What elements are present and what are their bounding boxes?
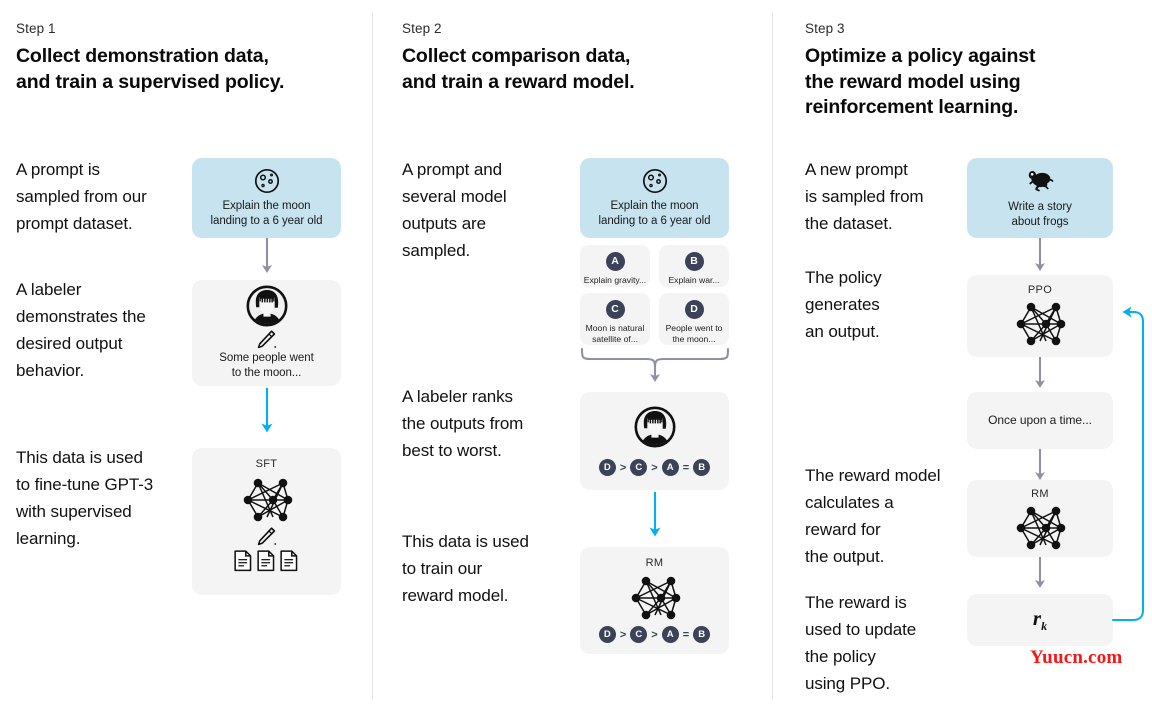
labeler-avatar-icon xyxy=(246,285,288,327)
neural-network-icon xyxy=(242,477,293,523)
step-3-paragraph-2: The policy generates an output. xyxy=(805,268,882,341)
pencil-icon xyxy=(257,527,277,546)
rank-op-3: = xyxy=(682,628,690,641)
step-2-column: Step 2 Collect comparison data, and trai… xyxy=(373,0,772,713)
option-text-a: Explain gravity... xyxy=(583,275,647,285)
pencil-icon xyxy=(257,330,277,349)
rank-op-2: > xyxy=(651,628,658,641)
step-3-output-text: Once upon a time... xyxy=(988,413,1092,427)
option-letter-c: C xyxy=(605,300,625,319)
step-3-prompt-text: Write a story about frogs xyxy=(1008,201,1072,228)
rank-op-3: = xyxy=(682,461,690,474)
step-3-prompt-box[interactable]: Write a story about frogs xyxy=(967,158,1113,238)
step-1-prompt-box[interactable]: Explain the moon landing to a 6 year old xyxy=(192,158,341,238)
step-2-ranking-box[interactable]: D > C > A = B xyxy=(580,392,729,490)
rank-pill-4: B xyxy=(693,459,711,476)
frog-icon xyxy=(1028,170,1054,192)
step-1-title: Collect demonstration data, and train a … xyxy=(16,45,285,93)
step-2-output-card-b[interactable]: B Explain war... xyxy=(659,245,729,287)
rank-pill-2: C xyxy=(630,459,648,476)
arrow-ranking-to-rm xyxy=(649,492,661,537)
step-1-label: Step 1 xyxy=(16,21,56,36)
step-2-rm-box[interactable]: RM D > C > A = B xyxy=(580,547,729,654)
step-2-title: Collect comparison data, and train a rew… xyxy=(402,45,635,93)
step-2-prompt-text: Explain the moon landing to a 6 year old xyxy=(598,199,711,227)
watermark: Yuucn.com xyxy=(1030,647,1123,668)
option-text-d: People went to the moon... xyxy=(665,323,723,344)
step-1-demonstration-box[interactable]: Some people went to the moon... xyxy=(192,280,341,386)
rank-pill-1: D xyxy=(598,459,616,476)
ppo-feedback-loop-arrow xyxy=(1111,306,1145,622)
diagram-canvas: Step 1 Collect demonstration data, and t… xyxy=(0,0,1152,713)
step-2-rm-ranking-row: D > C > A = B xyxy=(598,626,711,643)
arrow-prompt-to-demonstration xyxy=(262,238,272,273)
option-letter-d: D xyxy=(684,300,704,319)
labeler-avatar-icon xyxy=(634,406,676,448)
step-2-output-card-a[interactable]: A Explain gravity... xyxy=(580,245,650,287)
option-text-c: Moon is natural satellite of... xyxy=(585,323,645,344)
option-text-b: Explain war... xyxy=(668,275,720,285)
step-2-label: Step 2 xyxy=(402,21,442,36)
documents-icon xyxy=(233,550,297,572)
rank-pill-1: D xyxy=(598,626,616,643)
step-3-title: Optimize a policy against the reward mod… xyxy=(805,45,1036,118)
step-2-ranking-row: D > C > A = B xyxy=(598,459,711,476)
rank-op-1: > xyxy=(619,461,627,474)
step-1-demonstration-text: Some people went to the moon... xyxy=(219,352,314,379)
moon-icon xyxy=(642,168,667,193)
step-3-paragraph-4: The reward is used to update the policy … xyxy=(805,593,917,693)
arrow-demonstration-to-sft xyxy=(261,388,273,433)
step-3-column: Step 3 Optimize a policy against the rew… xyxy=(773,0,1152,713)
step-1-paragraph-3: This data is used to fine-tune GPT-3 wit… xyxy=(16,448,154,548)
reward-symbol-value: r xyxy=(1032,605,1042,630)
step-1-sft-caption: SFT xyxy=(255,458,278,470)
step-2-prompt-box[interactable]: Explain the moon landing to a 6 year old xyxy=(580,158,729,238)
step-3-ppo-box[interactable]: PPO xyxy=(967,275,1113,357)
reward-symbol-subscript: k xyxy=(1041,619,1048,634)
reward-symbol: rk xyxy=(1033,606,1047,634)
merge-bracket-arrow xyxy=(580,347,730,382)
option-letter-b: B xyxy=(684,252,704,271)
step-2-paragraph-3: This data is used to train our reward mo… xyxy=(402,532,529,605)
rank-op-1: > xyxy=(619,628,627,641)
step-3-paragraph-1: A new prompt is sampled from the dataset… xyxy=(805,160,924,233)
arrow-rm-to-reward xyxy=(1035,557,1045,588)
rank-pill-3: A xyxy=(661,626,679,643)
arrow-ppo-to-output xyxy=(1035,357,1045,388)
step-3-output-box[interactable]: Once upon a time... xyxy=(967,392,1113,449)
arrow-prompt-to-ppo xyxy=(1035,238,1045,271)
step-1-prompt-text: Explain the moon landing to a 6 year old xyxy=(210,199,323,227)
step-2-rm-caption: RM xyxy=(645,557,664,569)
step-1-paragraph-1: A prompt is sampled from our prompt data… xyxy=(16,160,147,233)
neural-network-icon xyxy=(1015,301,1067,347)
step-1-paragraph-2: A labeler demonstrates the desired outpu… xyxy=(16,280,146,380)
rank-pill-4: B xyxy=(693,626,711,643)
moon-icon xyxy=(254,168,279,193)
step-2-output-card-c[interactable]: C Moon is natural satellite of... xyxy=(580,293,650,345)
step-3-rm-caption: RM xyxy=(1031,488,1049,500)
neural-network-icon xyxy=(630,575,681,621)
option-letter-a: A xyxy=(605,252,625,271)
step-3-ppo-caption: PPO xyxy=(1027,284,1053,296)
step-3-label: Step 3 xyxy=(805,21,845,36)
rank-pill-3: A xyxy=(661,459,679,476)
step-2-paragraph-1: A prompt and several model outputs are s… xyxy=(402,160,507,260)
rank-pill-2: C xyxy=(630,626,648,643)
step-3-reward-box[interactable]: rk xyxy=(967,594,1113,646)
rank-op-2: > xyxy=(651,461,658,474)
step-3-paragraph-3: The reward model calculates a reward for… xyxy=(805,466,941,566)
step-3-rm-box[interactable]: RM xyxy=(967,480,1113,557)
step-1-sft-box[interactable]: SFT xyxy=(192,448,341,595)
step-1-column: Step 1 Collect demonstration data, and t… xyxy=(0,0,372,713)
neural-network-icon xyxy=(1015,505,1067,551)
step-2-paragraph-2: A labeler ranks the outputs from best to… xyxy=(402,387,524,460)
step-2-output-card-d[interactable]: D People went to the moon... xyxy=(659,293,729,345)
